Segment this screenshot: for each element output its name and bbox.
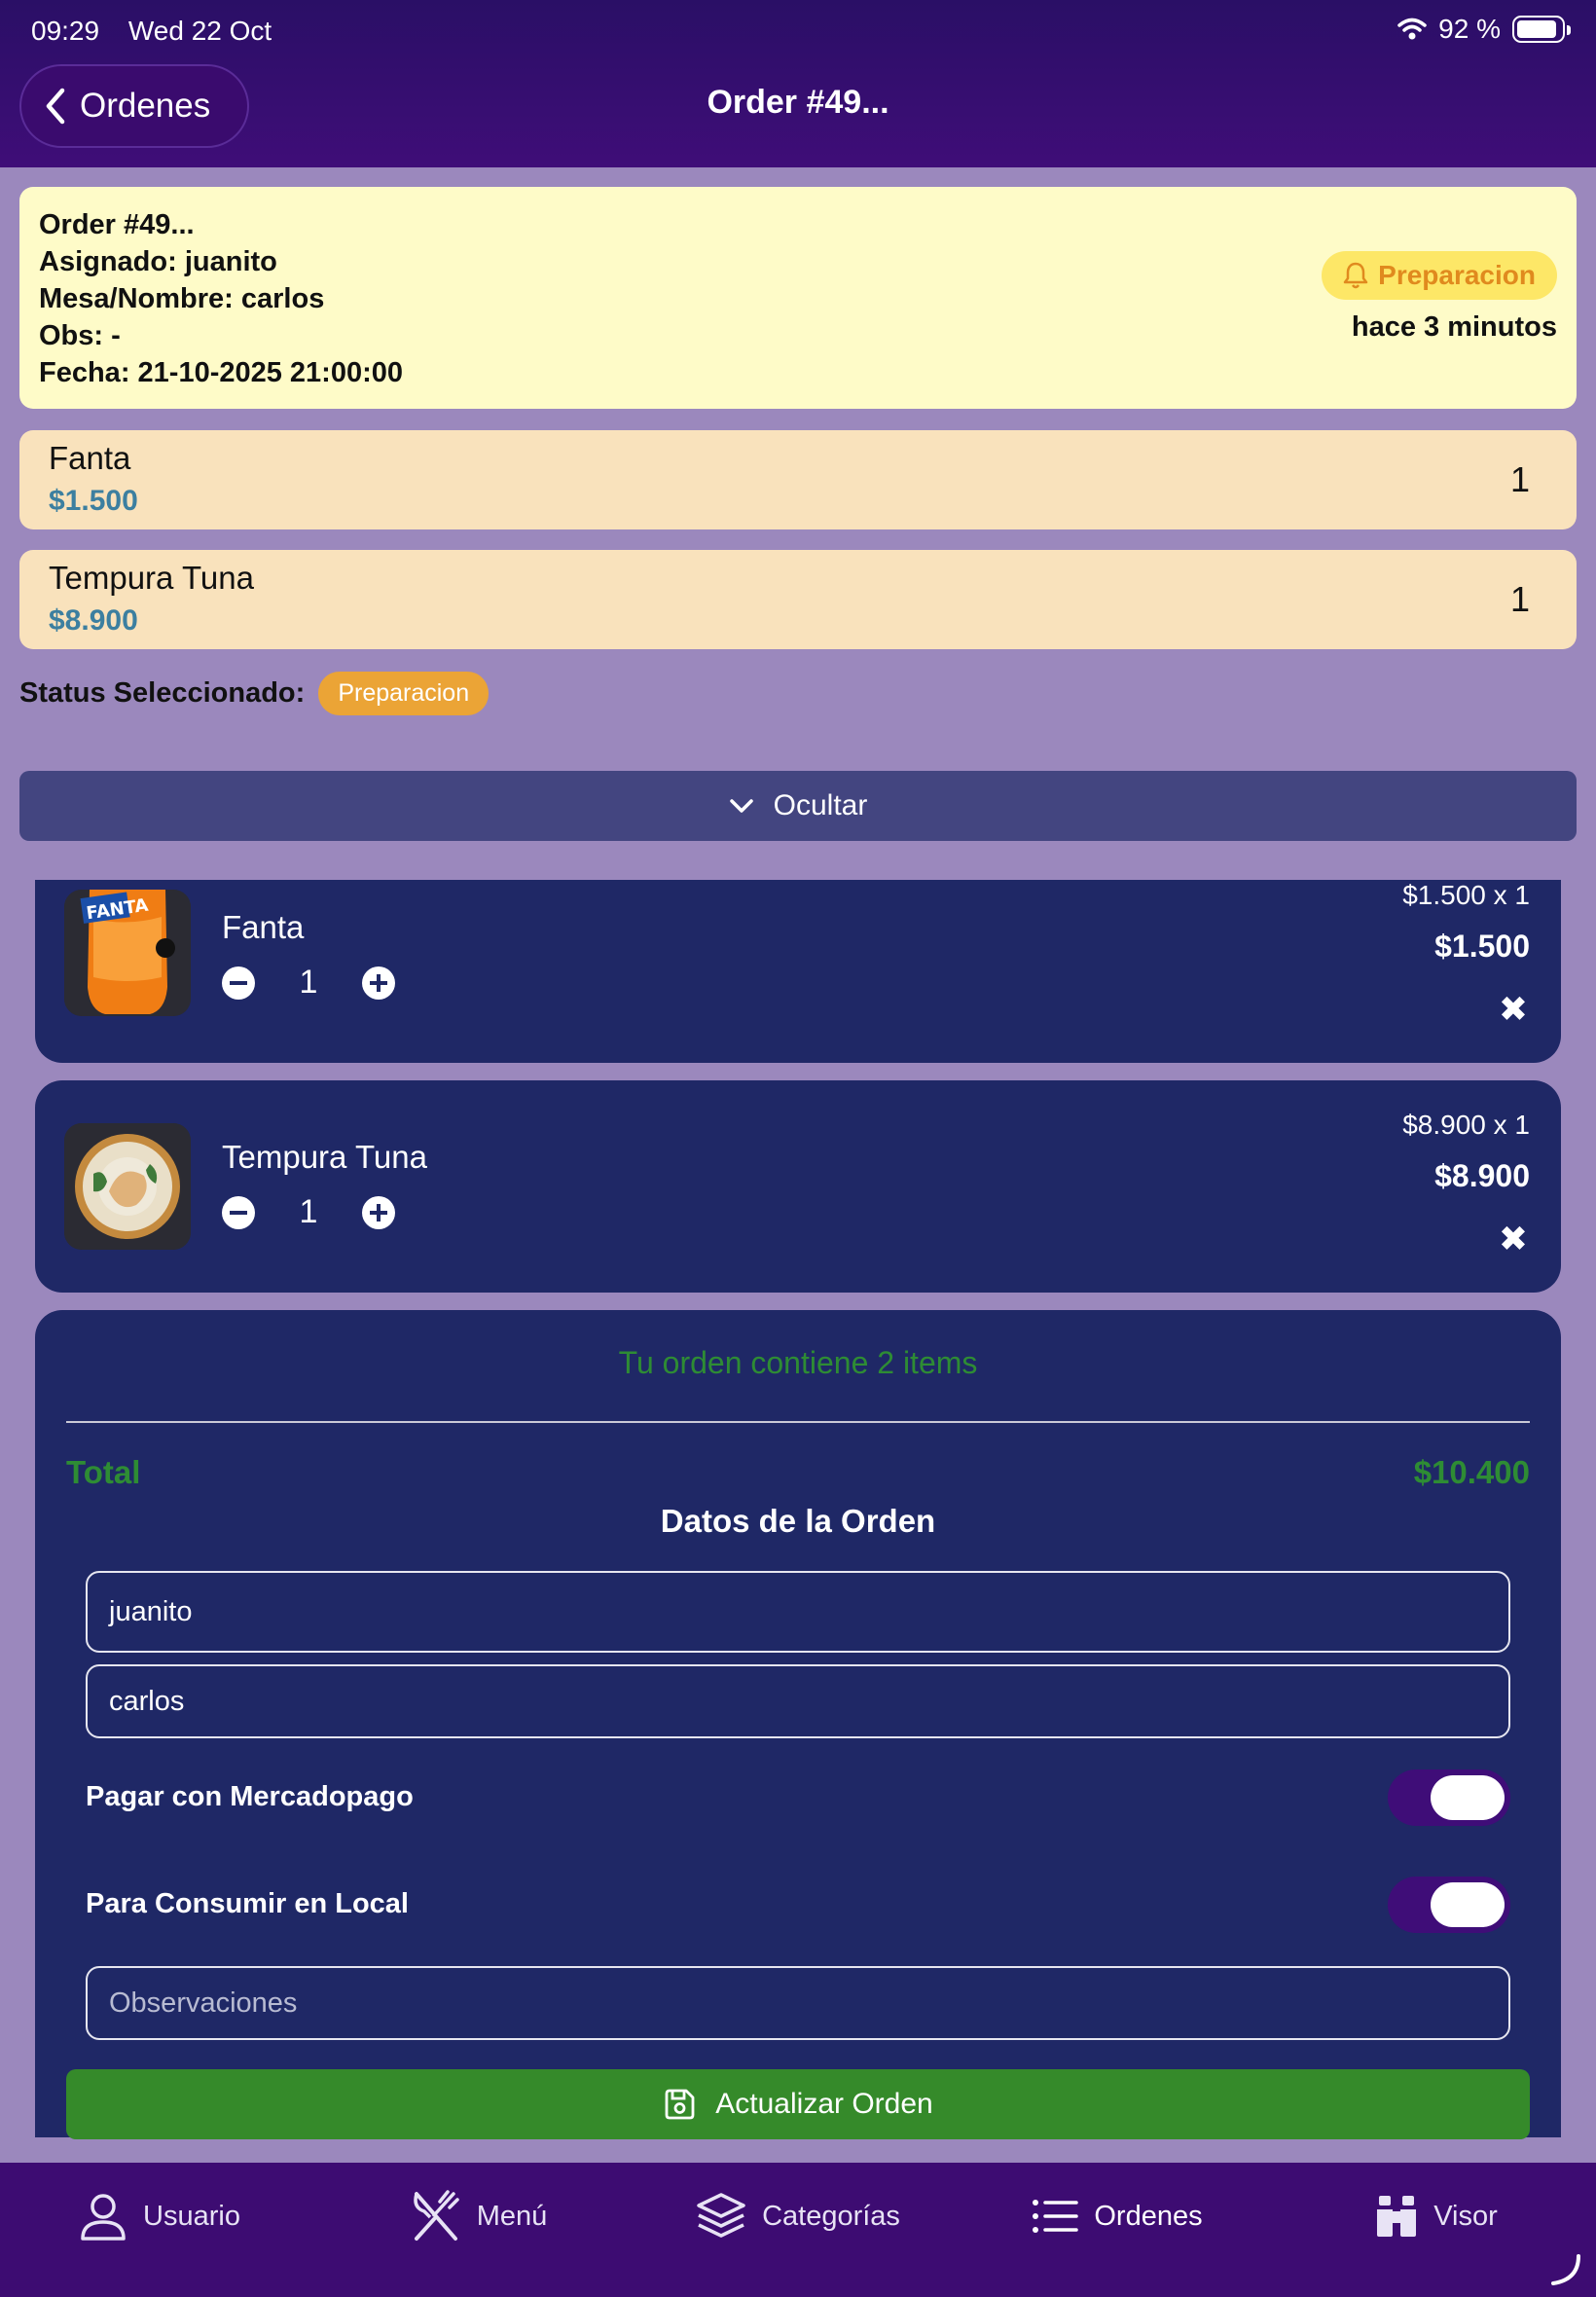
mercadopago-toggle[interactable] xyxy=(1388,1769,1510,1826)
wifi-icon xyxy=(1397,18,1427,40)
order-item-price: $1.500 xyxy=(49,485,138,517)
battery-icon xyxy=(1512,16,1571,43)
order-info-card: Order #49... Asignado: juanito Mesa/Nomb… xyxy=(19,187,1577,409)
cart-item-unit-price: $1.500 x 1 xyxy=(1402,880,1530,910)
cart-item-name: Tempura Tuna xyxy=(222,1139,427,1175)
hide-button[interactable]: Ocultar xyxy=(19,771,1577,841)
quantity-stepper: 1 xyxy=(222,964,395,1002)
cart-item-total: $1.500 xyxy=(1434,929,1530,964)
status-time: 09:29 xyxy=(31,16,100,46)
status-bar-right: 92 % xyxy=(1397,14,1571,45)
bell-icon xyxy=(1343,262,1368,289)
divider xyxy=(66,1421,1530,1423)
minus-circle-icon[interactable] xyxy=(222,1195,255,1229)
page-title: Order #49... xyxy=(707,84,889,121)
order-item-row: Tempura Tuna $8.900 1 xyxy=(19,550,1577,649)
remove-item-icon[interactable]: ✖ xyxy=(1499,1219,1528,1259)
order-status-badge: Preparacion xyxy=(1322,251,1557,300)
order-status-label: Preparacion xyxy=(1378,260,1536,290)
fanta-bottle-image: FANTA xyxy=(64,890,191,1016)
toggle-knob xyxy=(1431,1882,1505,1927)
order-date: Fecha: 21-10-2025 21:00:00 xyxy=(39,357,404,388)
tab-categorias[interactable]: Categorías xyxy=(638,2163,958,2270)
tab-menu[interactable]: Menú xyxy=(319,2163,638,2270)
sushi-roll-image xyxy=(64,1123,191,1250)
status-selected: Status Seleccionado: Preparacion xyxy=(19,672,490,715)
status-selected-badge[interactable]: Preparacion xyxy=(318,672,490,715)
local-consumption-toggle-label: Para Consumir en Local xyxy=(86,1888,409,1919)
loading-indicator-icon xyxy=(1551,2254,1580,2285)
battery-percent: 92 % xyxy=(1438,14,1501,44)
mercadopago-toggle-label: Pagar con Mercadopago xyxy=(86,1781,414,1812)
binoculars-icon xyxy=(1377,2196,1417,2237)
order-item-price: $8.900 xyxy=(49,604,138,637)
bottom-tab-bar: Usuario Menú Categorías Ordenes Visor xyxy=(0,2163,1596,2297)
toggle-knob xyxy=(1431,1775,1505,1820)
tab-label: Visor xyxy=(1433,2200,1498,2232)
remove-item-icon[interactable]: ✖ xyxy=(1499,989,1528,1030)
items-count: Tu orden contiene 2 items xyxy=(618,1345,978,1380)
table-name-field[interactable]: carlos xyxy=(86,1664,1510,1738)
order-time-ago: hace 3 minutos xyxy=(1351,311,1557,343)
cart-item-card: FANTA Fanta 1 $1.500 x 1 $1.500 ✖ xyxy=(35,880,1561,1063)
cart-item-name: Fanta xyxy=(222,909,305,945)
order-item-name: Fanta xyxy=(49,440,131,476)
assigned-field[interactable]: juanito xyxy=(86,1571,1510,1653)
layers-icon xyxy=(697,2193,745,2238)
hide-button-label: Ocultar xyxy=(773,789,868,821)
user-icon xyxy=(81,2194,126,2241)
quantity-stepper: 1 xyxy=(222,1193,395,1231)
minus-circle-icon[interactable] xyxy=(222,966,255,1000)
order-item-qty: 1 xyxy=(1509,579,1530,619)
plus-circle-icon[interactable] xyxy=(362,1195,395,1229)
total-value: $10.400 xyxy=(1413,1454,1530,1490)
tab-label: Usuario xyxy=(143,2200,240,2232)
local-consumption-toggle[interactable] xyxy=(1388,1877,1510,1933)
status-selected-label: Status Seleccionado: xyxy=(19,677,306,709)
order-summary-panel: Tu orden contiene 2 items Total $10.400 … xyxy=(35,1310,1561,2139)
top-bar: 09:29 Wed 22 Oct 92 % Ordenes Order #49.… xyxy=(0,0,1596,167)
tab-usuario[interactable]: Usuario xyxy=(0,2163,319,2270)
list-icon xyxy=(1033,2200,1079,2233)
order-item-name: Tempura Tuna xyxy=(49,560,254,596)
cart-item-qty: 1 xyxy=(299,1193,318,1230)
total-label: Total xyxy=(66,1454,141,1490)
tab-label: Menú xyxy=(476,2200,548,2232)
observations-field[interactable]: Observaciones xyxy=(86,1966,1510,2040)
order-item-row: Fanta $1.500 1 xyxy=(19,430,1577,529)
utensils-icon xyxy=(413,2190,459,2241)
tab-label: Ordenes xyxy=(1094,2200,1203,2232)
order-id: Order #49... xyxy=(39,209,195,240)
tab-label: Categorías xyxy=(762,2200,900,2232)
tab-ordenes[interactable]: Ordenes xyxy=(958,2163,1277,2270)
cart-item-total: $8.900 xyxy=(1434,1158,1530,1193)
cart-item-unit-price: $8.900 x 1 xyxy=(1402,1110,1530,1140)
order-data-title: Datos de la Orden xyxy=(660,1503,936,1539)
status-date: Wed 22 Oct xyxy=(127,16,272,46)
status-bar-left: 09:29 Wed 22 Oct xyxy=(31,16,293,47)
update-order-button[interactable]: Actualizar Orden xyxy=(66,2069,1530,2139)
update-order-label: Actualizar Orden xyxy=(715,2088,933,2120)
cart-item-card: Tempura Tuna 1 $8.900 x 1 $8.900 ✖ xyxy=(35,1080,1561,1293)
order-obs: Obs: - xyxy=(39,320,121,351)
battery-level xyxy=(1517,20,1557,38)
save-icon xyxy=(665,2089,695,2120)
order-item-qty: 1 xyxy=(1509,459,1530,499)
plus-circle-icon[interactable] xyxy=(362,966,395,1000)
cart-item-qty: 1 xyxy=(299,964,318,1001)
chevron-down-icon xyxy=(729,799,753,813)
